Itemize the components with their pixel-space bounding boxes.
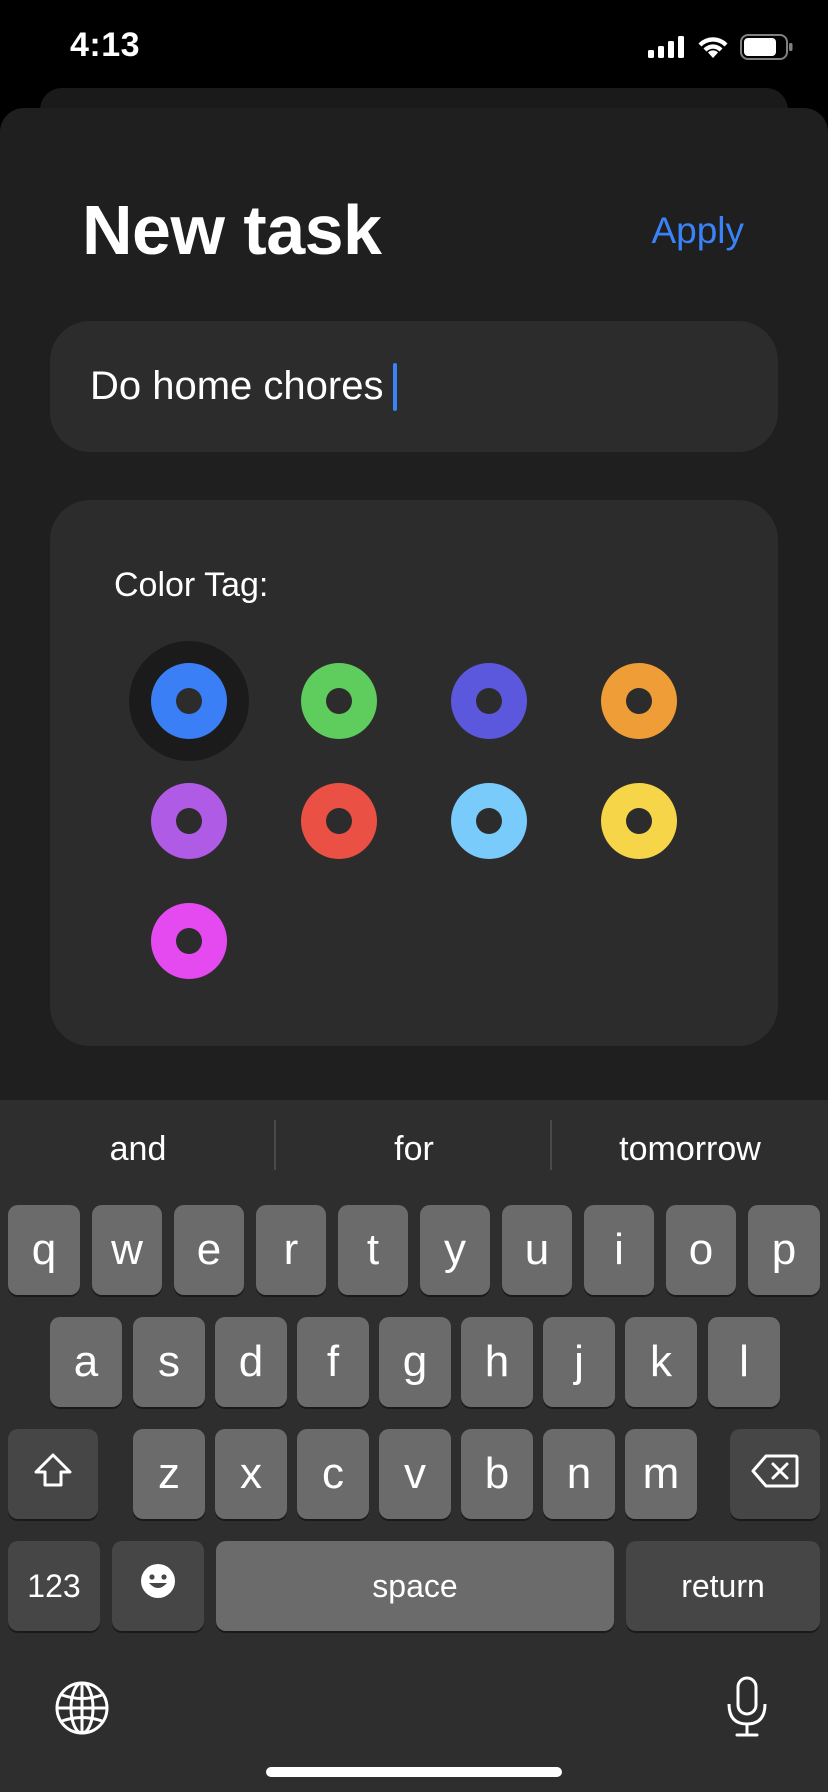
swatch-circle <box>451 663 527 739</box>
color-swatch-magenta[interactable] <box>129 881 249 1001</box>
color-tag-card: Color Tag: <box>50 500 778 1046</box>
key-d[interactable]: d <box>215 1317 287 1407</box>
key-u[interactable]: u <box>502 1205 572 1295</box>
color-swatch-light-blue[interactable] <box>429 761 549 881</box>
key-w[interactable]: w <box>92 1205 162 1295</box>
key-t[interactable]: t <box>338 1205 408 1295</box>
key-p[interactable]: p <box>748 1205 820 1295</box>
task-name-input[interactable]: Do home chores <box>50 321 778 452</box>
keyboard: and for tomorrow q w e r t y u i o p a s… <box>0 1100 828 1792</box>
key-v[interactable]: v <box>379 1429 451 1519</box>
microphone-icon[interactable] <box>724 1676 770 1743</box>
key-r[interactable]: r <box>256 1205 326 1295</box>
color-tag-label: Color Tag: <box>114 566 269 604</box>
key-b[interactable]: b <box>461 1429 533 1519</box>
color-swatch-blue[interactable] <box>129 641 249 761</box>
key-s[interactable]: s <box>133 1317 205 1407</box>
battery-icon <box>740 34 794 65</box>
status-time: 4:13 <box>70 26 141 64</box>
color-swatch-orange[interactable] <box>579 641 699 761</box>
wifi-icon <box>696 34 730 65</box>
shift-key[interactable] <box>8 1429 98 1519</box>
color-swatch-yellow[interactable] <box>579 761 699 881</box>
text-cursor <box>393 362 398 411</box>
apply-button[interactable]: Apply <box>651 210 744 252</box>
swatch-circle <box>151 663 227 739</box>
key-h[interactable]: h <box>461 1317 533 1407</box>
key-c[interactable]: c <box>297 1429 369 1519</box>
color-swatch-purple[interactable] <box>129 761 249 881</box>
key-n[interactable]: n <box>543 1429 615 1519</box>
numbers-key[interactable]: 123 <box>8 1541 100 1631</box>
key-m[interactable]: m <box>625 1429 697 1519</box>
space-key[interactable]: space <box>216 1541 614 1631</box>
predictive-bar: and for tomorrow <box>0 1100 828 1200</box>
task-name-value: Do home chores <box>90 364 384 408</box>
suggestion-and[interactable]: and <box>0 1130 276 1169</box>
suggestion-for[interactable]: for <box>276 1130 552 1169</box>
emoji-icon <box>139 1561 177 1611</box>
cellular-signal-icon <box>648 35 686 64</box>
key-g[interactable]: g <box>379 1317 451 1407</box>
screen: 4:13 New task Apply Do home chores Color… <box>0 0 828 1792</box>
swatch-circle <box>451 783 527 859</box>
color-swatch-green[interactable] <box>279 641 399 761</box>
key-e[interactable]: e <box>174 1205 244 1295</box>
suggestion-tomorrow[interactable]: tomorrow <box>552 1130 828 1169</box>
key-x[interactable]: x <box>215 1429 287 1519</box>
key-j[interactable]: j <box>543 1317 615 1407</box>
swatch-circle <box>601 663 677 739</box>
delete-key[interactable] <box>730 1429 820 1519</box>
key-y[interactable]: y <box>420 1205 490 1295</box>
swatch-circle <box>151 783 227 859</box>
key-l[interactable]: l <box>708 1317 780 1407</box>
backspace-icon <box>751 1449 799 1499</box>
key-f[interactable]: f <box>297 1317 369 1407</box>
swatch-circle <box>301 783 377 859</box>
emoji-key[interactable] <box>112 1541 204 1631</box>
page-title: New task <box>82 191 382 269</box>
status-icons <box>648 34 794 65</box>
home-indicator <box>266 1767 562 1777</box>
swatch-circle <box>301 663 377 739</box>
color-swatch-indigo[interactable] <box>429 641 549 761</box>
key-o[interactable]: o <box>666 1205 736 1295</box>
swatch-circle <box>601 783 677 859</box>
globe-icon[interactable] <box>54 1680 110 1741</box>
key-a[interactable]: a <box>50 1317 122 1407</box>
color-swatch-red[interactable] <box>279 761 399 881</box>
key-q[interactable]: q <box>8 1205 80 1295</box>
swatch-circle <box>151 903 227 979</box>
shift-icon <box>33 1449 73 1499</box>
key-z[interactable]: z <box>133 1429 205 1519</box>
return-key[interactable]: return <box>626 1541 820 1631</box>
key-i[interactable]: i <box>584 1205 654 1295</box>
key-k[interactable]: k <box>625 1317 697 1407</box>
